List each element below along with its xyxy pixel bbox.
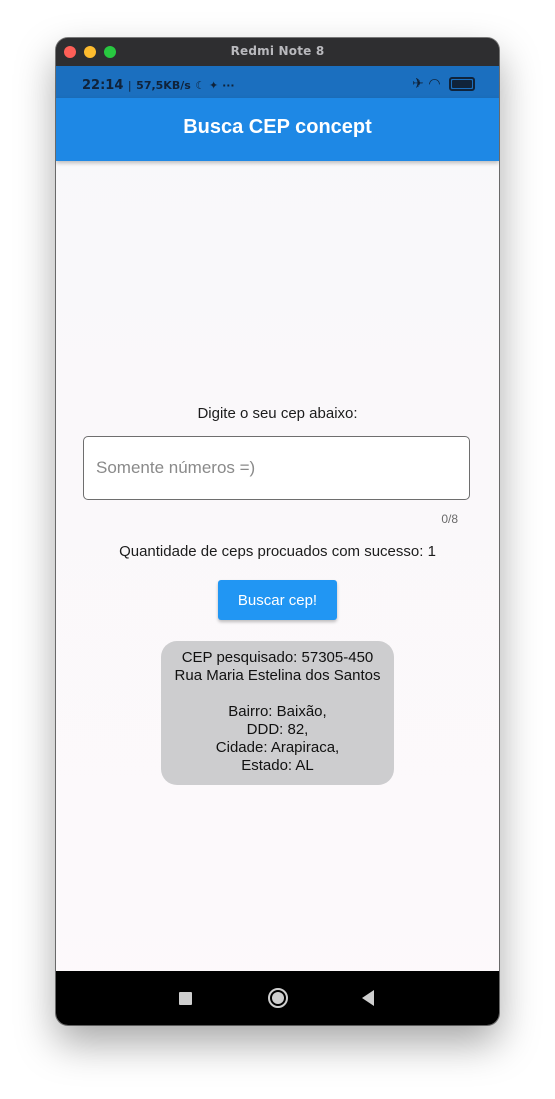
battery-icon — [449, 77, 475, 91]
result-ddd: DDD: 82, — [246, 721, 309, 738]
page-title: Busca CEP concept — [183, 116, 372, 138]
result-cep: CEP pesquisado: 57305-450 — [181, 649, 374, 666]
result-street: Rua Maria Estelina dos Santos — [174, 667, 381, 684]
status-notification-icons: ☾ ✦ ··· — [195, 79, 235, 92]
android-nav-bar — [56, 971, 499, 1025]
result-cidade: Cidade: Arapiraca, — [215, 739, 340, 756]
back-triangle-icon[interactable] — [362, 990, 374, 1006]
character-counter: 0/8 — [441, 512, 458, 526]
status-left: 22:14 | 57,5KB/s ☾ ✦ ··· — [82, 78, 235, 93]
cep-input[interactable] — [83, 436, 470, 500]
status-bar: 22:14 | 57,5KB/s ☾ ✦ ··· ✈ ◠ — [56, 66, 499, 98]
status-time: 22:14 — [82, 78, 124, 93]
app-bar: Busca CEP concept — [56, 98, 499, 161]
success-count-text: Quantidade de ceps procuados com sucesso… — [119, 543, 436, 560]
search-cep-button[interactable]: Buscar cep! — [218, 580, 337, 620]
result-card: CEP pesquisado: 57305-450 Rua Maria Este… — [161, 641, 394, 785]
status-network-speed: 57,5KB/s — [136, 79, 191, 92]
result-bairro: Bairro: Baixão, — [228, 703, 327, 720]
result-spacer — [161, 685, 394, 703]
status-separator: | — [127, 79, 132, 92]
recents-square-icon[interactable] — [179, 992, 192, 1005]
cep-prompt-label: Digite o seu cep abaixo: — [197, 405, 358, 422]
device-screen: 22:14 | 57,5KB/s ☾ ✦ ··· ✈ ◠ Busca CEP c… — [56, 66, 499, 1025]
status-right-icons: ✈ ◠ — [412, 76, 475, 92]
home-circle-icon[interactable] — [268, 988, 288, 1008]
window-titlebar: Redmi Note 8 — [56, 38, 499, 66]
result-estado: Estado: AL — [241, 757, 314, 774]
airplane-wifi-icon: ✈ ◠ — [412, 76, 441, 92]
emulator-window: Redmi Note 8 22:14 | 57,5KB/s ☾ ✦ ··· ✈ … — [56, 38, 499, 1025]
window-title: Redmi Note 8 — [230, 44, 325, 58]
